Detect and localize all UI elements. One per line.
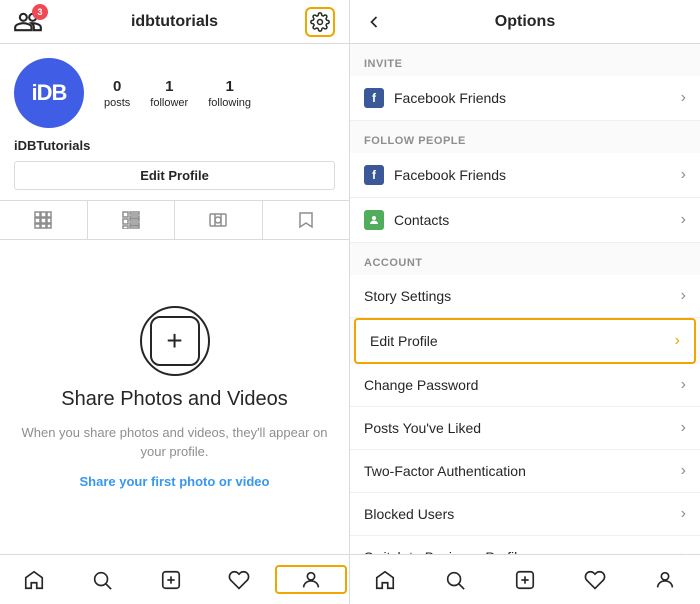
profile-section: iDB 0 posts 1 follower 1 following [0,44,349,138]
facebook-friends-follow-item[interactable]: f Facebook Friends › [350,153,700,198]
option-left: Story Settings [364,288,451,304]
follow-facebook-label: Facebook Friends [394,167,506,183]
chevron-right-icon: › [681,287,686,305]
left-panel: 3 idbtutorials iDB 0 posts 1 follower 1 [0,0,350,604]
contacts-icon [364,210,384,230]
right-nav-home-button[interactable] [350,563,420,596]
contacts-label: Contacts [394,212,449,228]
story-settings-label: Story Settings [364,288,451,304]
back-button[interactable] [364,12,384,32]
right-nav-heart-button[interactable] [560,563,630,596]
posts-liked-item[interactable]: Posts You've Liked › [350,407,700,450]
grid-view-button[interactable] [0,201,88,239]
edit-profile-label: Edit Profile [370,333,438,349]
option-left: Edit Profile [370,333,438,349]
plus-symbol: + [166,327,182,355]
switch-business-item[interactable]: Switch to Business Profile › [350,536,700,554]
add-circle-inner: + [150,316,200,366]
posts-count: 0 [113,78,121,95]
settings-gear-button[interactable] [305,7,335,37]
facebook-icon: f [364,165,384,185]
display-username: iDBTutorials [14,138,335,153]
empty-state: + Share Photos and Videos When you share… [0,240,349,554]
facebook-icon: f [364,88,384,108]
profile-name-section: iDBTutorials Edit Profile [0,138,349,200]
blocked-users-label: Blocked Users [364,506,454,522]
right-bottom-nav [350,554,700,604]
chevron-right-icon: › [681,211,686,229]
right-nav-profile-button[interactable] [630,563,700,596]
chevron-right-icon: › [681,419,686,437]
stat-followers: 1 follower [150,78,188,109]
view-toggle [0,200,349,240]
facebook-friends-invite-item[interactable]: f Facebook Friends › [350,76,700,121]
change-password-label: Change Password [364,377,478,393]
chevron-right-icon: › [681,376,686,394]
profile-username-header: idbtutorials [131,13,218,31]
right-nav-add-button[interactable] [490,563,560,596]
right-header: Options [350,0,700,44]
option-left: Two-Factor Authentication [364,463,526,479]
share-first-photo-link[interactable]: Share your first photo or video [80,474,270,489]
option-left: Posts You've Liked [364,420,481,436]
empty-description: When you share photos and videos, they'l… [20,423,329,462]
right-nav-search-button[interactable] [420,563,490,596]
posts-liked-label: Posts You've Liked [364,420,481,436]
following-label: following [208,97,251,109]
chevron-right-icon: › [681,505,686,523]
story-settings-item[interactable]: Story Settings › [350,275,700,318]
nav-search-button[interactable] [68,563,136,596]
section-invite-header: INVITE [350,44,700,76]
options-title: Options [495,13,555,31]
section-account-header: ACCOUNT [350,243,700,275]
invite-facebook-label: Facebook Friends [394,90,506,106]
option-left: Blocked Users [364,506,454,522]
option-left: Contacts [364,210,449,230]
change-password-item[interactable]: Change Password › [350,364,700,407]
followers-count: 1 [165,78,173,95]
saved-view-button[interactable] [263,201,350,239]
nav-add-button[interactable] [136,563,204,596]
list-view-button[interactable] [88,201,176,239]
nav-heart-button[interactable] [205,563,273,596]
posts-label: posts [104,97,130,109]
stat-following: 1 following [208,78,251,109]
edit-profile-button[interactable]: Edit Profile [14,161,335,190]
tagged-view-button[interactable] [175,201,263,239]
empty-title: Share Photos and Videos [61,388,287,411]
nav-home-button[interactable] [0,563,68,596]
right-panel: Options INVITE f Facebook Friends › FOLL… [350,0,700,604]
chevron-right-icon: › [681,166,686,184]
chevron-right-icon: › [681,89,686,107]
profile-stats: 0 posts 1 follower 1 following [104,78,335,109]
left-bottom-nav [0,554,349,604]
two-factor-auth-item[interactable]: Two-Factor Authentication › [350,450,700,493]
following-count: 1 [225,78,233,95]
stat-posts: 0 posts [104,78,130,109]
section-follow-header: FOLLOW PEOPLE [350,121,700,153]
left-header: 3 idbtutorials [0,0,349,44]
option-left: f Facebook Friends [364,88,506,108]
contacts-item[interactable]: Contacts › [350,198,700,243]
avatar: iDB [14,58,84,128]
chevron-right-icon: › [681,462,686,480]
option-left: f Facebook Friends [364,165,506,185]
two-factor-label: Two-Factor Authentication [364,463,526,479]
add-media-icon: + [140,306,210,376]
blocked-users-item[interactable]: Blocked Users › [350,493,700,536]
followers-label: follower [150,97,188,109]
avatar-text: iDB [32,80,67,106]
edit-profile-item[interactable]: Edit Profile › [354,318,696,364]
notification-badge: 3 [32,4,48,20]
add-people-button[interactable]: 3 [14,8,42,36]
options-list: INVITE f Facebook Friends › FOLLOW PEOPL… [350,44,700,554]
chevron-right-icon: › [675,332,680,350]
option-left: Change Password [364,377,478,393]
nav-profile-button[interactable] [275,565,347,594]
